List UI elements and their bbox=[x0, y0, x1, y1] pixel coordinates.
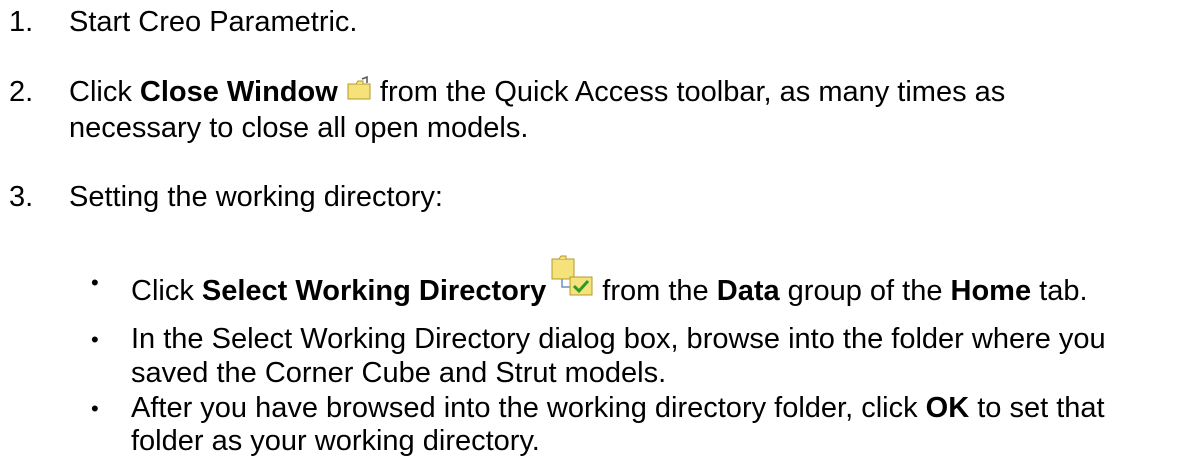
step-number: 3. bbox=[9, 181, 34, 213]
bullet-text-mid: from the bbox=[594, 275, 717, 308]
bullet-text-pre: After you have browsed into the working … bbox=[131, 392, 926, 424]
select-working-directory-label: Select Working Directory bbox=[201, 275, 547, 308]
home-tab-label: Home bbox=[950, 275, 1032, 308]
step-text-post: from the Quick Access toolbar, as many t… bbox=[371, 76, 1006, 108]
bullet-dot: • bbox=[91, 327, 99, 352]
bullet-text: Click Select Working Directory from the … bbox=[131, 255, 1088, 320]
bullet-dot: • bbox=[91, 396, 99, 421]
bullet-text: In the Select Working Directory dialog b… bbox=[131, 323, 1106, 355]
step-text: Click Close Window from the Quick Access… bbox=[69, 75, 1005, 111]
step-text-pre: Click bbox=[69, 76, 140, 108]
select-working-directory-icon bbox=[550, 251, 594, 306]
bullet-text: After you have browsed into the working … bbox=[131, 391, 1105, 426]
close-window-icon bbox=[346, 75, 372, 111]
ok-label: OK bbox=[925, 392, 970, 424]
bullet-text-mid2: group of the bbox=[779, 275, 951, 308]
step-number: 1. bbox=[9, 6, 34, 38]
step-number: 2. bbox=[9, 76, 34, 108]
bullet-text-line2: saved the Corner Cube and Strut models. bbox=[131, 357, 667, 389]
data-group-label: Data bbox=[716, 275, 780, 308]
bullet-text-line2: folder as your working directory. bbox=[131, 425, 540, 457]
bullet-text-post: to set that bbox=[969, 392, 1105, 424]
bullet-text-pre: Click bbox=[131, 275, 202, 308]
close-window-label: Close Window bbox=[139, 76, 338, 108]
step-text: Setting the working directory: bbox=[69, 181, 443, 213]
step-text: Start Creo Parametric. bbox=[69, 6, 358, 38]
bullet-dot: • bbox=[91, 270, 99, 295]
bullet-text-post: tab. bbox=[1031, 275, 1088, 308]
step-text-line2: necessary to close all open models. bbox=[69, 112, 529, 144]
